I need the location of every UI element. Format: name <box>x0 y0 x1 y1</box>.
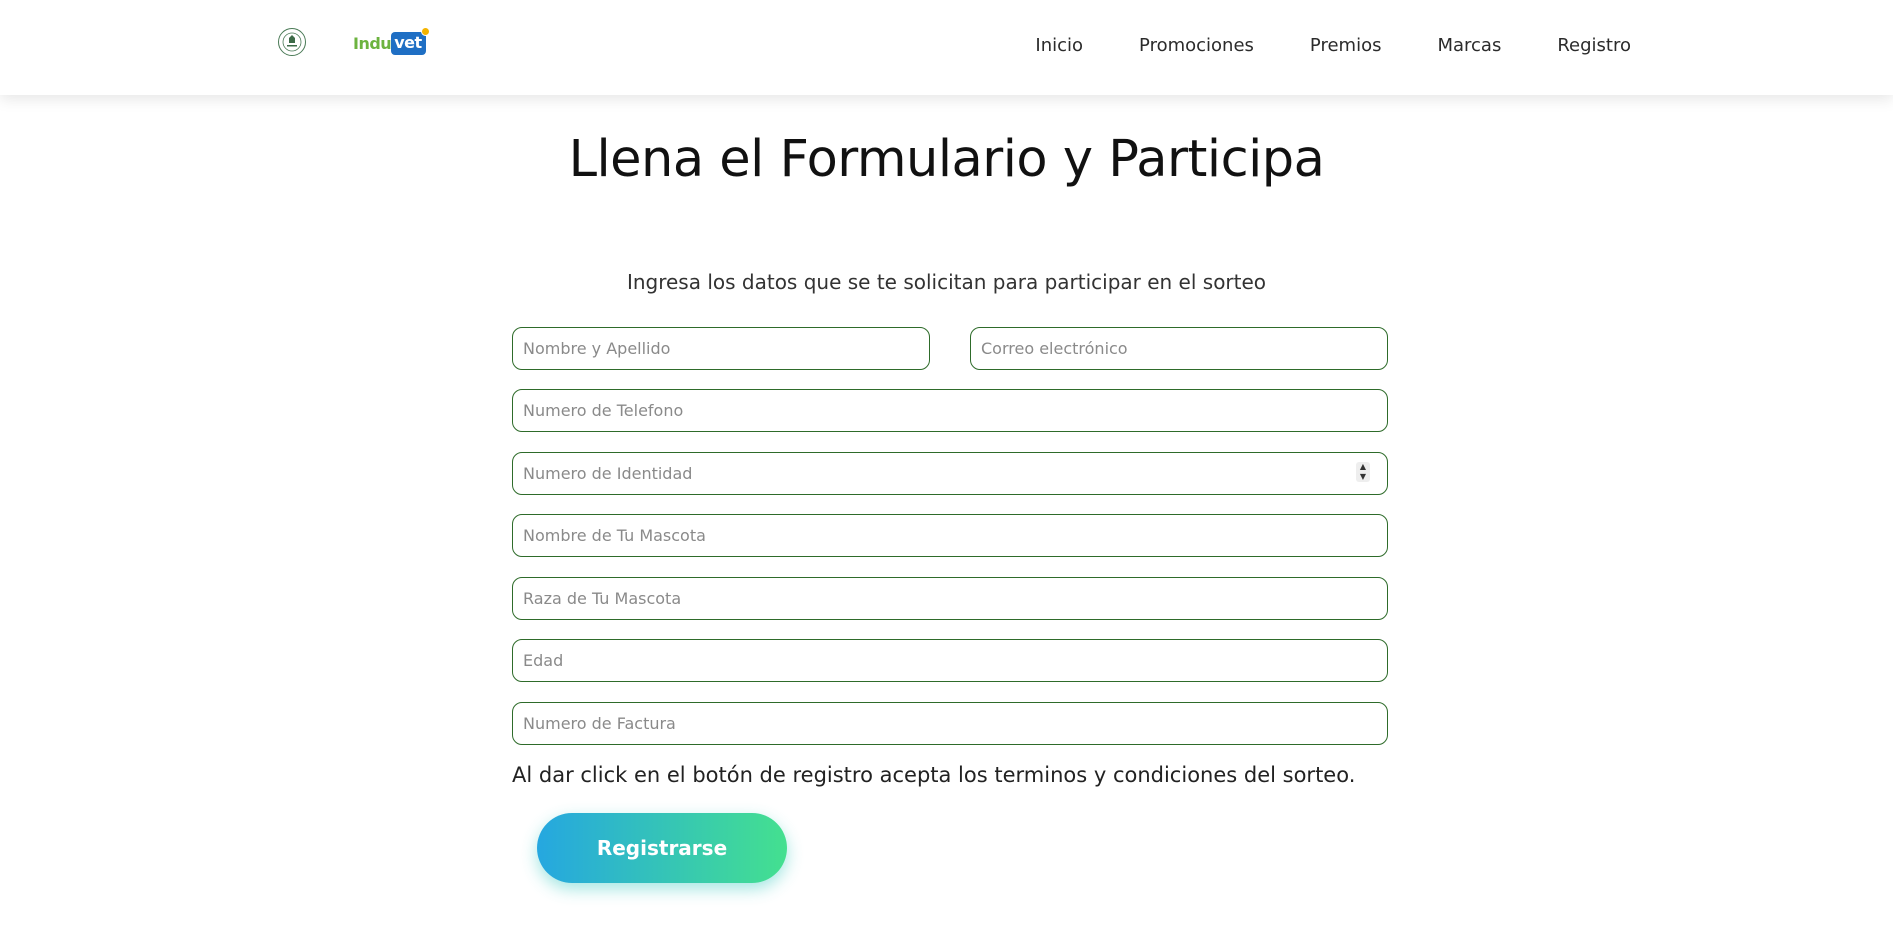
pet-name-input[interactable] <box>512 514 1388 557</box>
top-navbar: Indu vet Inicio Promociones Premios Marc… <box>0 0 1893 95</box>
logo-indu-text: Indu <box>353 33 392 53</box>
stepper-down-icon[interactable]: ▼ <box>1360 473 1366 481</box>
nav-link-registro[interactable]: Registro <box>1557 35 1631 56</box>
stepper-up-icon[interactable]: ▲ <box>1360 463 1366 471</box>
register-button[interactable]: Registrarse <box>537 813 787 883</box>
phone-input[interactable] <box>512 389 1388 432</box>
terms-notice: Al dar click en el botón de registro ace… <box>512 763 1356 787</box>
induvet-logo[interactable]: Indu vet <box>353 26 430 59</box>
invoice-number-input[interactable] <box>512 702 1388 745</box>
id-number-input[interactable] <box>512 452 1388 495</box>
pet-breed-input[interactable] <box>512 577 1388 620</box>
main-nav: Inicio Promociones Premios Marcas Regist… <box>979 35 1631 56</box>
seal-emblem-icon <box>282 32 302 52</box>
logo-vet-badge: vet <box>391 26 430 55</box>
age-input[interactable] <box>512 639 1388 682</box>
full-name-input[interactable] <box>512 327 930 370</box>
nav-link-inicio[interactable]: Inicio <box>1035 35 1083 56</box>
nav-link-promociones[interactable]: Promociones <box>1139 35 1254 56</box>
form-subtitle: Ingresa los datos que se te solicitan pa… <box>626 270 1267 294</box>
nav-link-marcas[interactable]: Marcas <box>1437 35 1501 56</box>
seal-logo[interactable] <box>278 28 306 56</box>
logo-dot-icon <box>420 26 430 36</box>
number-stepper[interactable]: ▲ ▼ <box>1356 462 1370 482</box>
logo-vet-text: vet <box>394 32 422 52</box>
page-title: Llena el Formulario y Participa <box>568 130 1325 189</box>
email-input[interactable] <box>970 327 1388 370</box>
nav-link-premios[interactable]: Premios <box>1310 35 1382 56</box>
